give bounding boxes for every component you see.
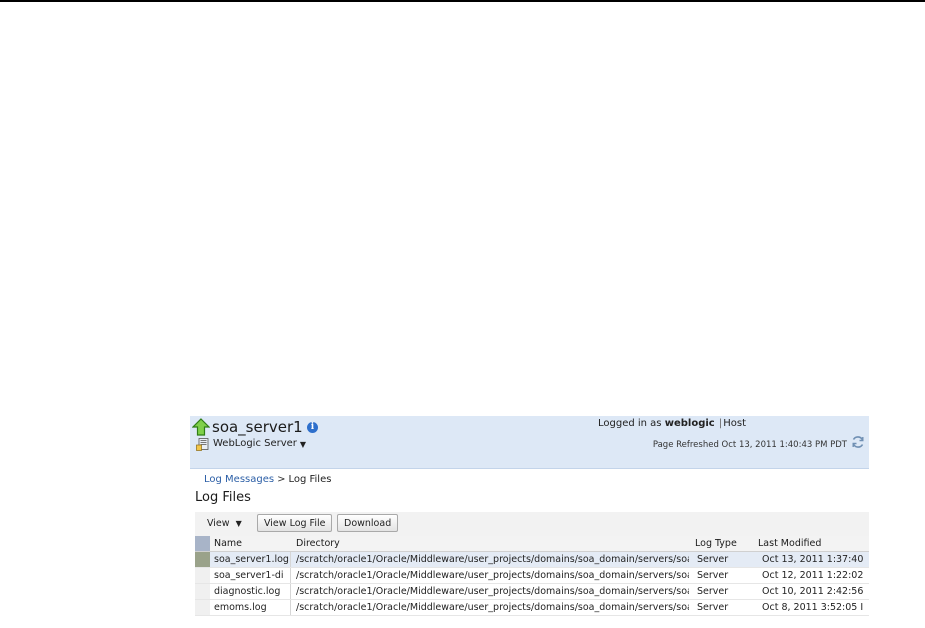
cell-directory: /scratch/oracle1/Oracle/Middleware/user_… xyxy=(296,554,689,565)
logged-in-prefix: Logged in as xyxy=(598,418,662,429)
breadcrumb-log-messages-link[interactable]: Log Messages xyxy=(204,474,274,485)
column-header-last-modified[interactable]: Last Modified xyxy=(758,536,869,551)
breadcrumb-separator: > xyxy=(277,474,286,485)
cell-directory: /scratch/oracle1/Oracle/Middleware/user_… xyxy=(296,602,689,613)
table-row[interactable]: emoms.log /scratch/oracle1/Oracle/Middle… xyxy=(195,600,869,616)
weblogic-server-label: WebLogic Server xyxy=(213,438,297,449)
page-refreshed-timestamp: Page Refreshed Oct 13, 2011 1:40:43 PM P… xyxy=(652,440,847,450)
cell-last-modified: Oct 13, 2011 1:37:40 xyxy=(758,552,869,567)
column-header-name[interactable]: Name xyxy=(214,536,290,551)
table-row[interactable]: soa_server1-di /scratch/oracle1/Oracle/M… xyxy=(195,568,869,584)
refresh-icon[interactable] xyxy=(851,435,865,449)
enterprise-manager-log-files-page: soa_server1 i Logged in as weblogic |Hos… xyxy=(190,416,869,628)
cell-name: emoms.log xyxy=(214,600,291,615)
column-header-directory[interactable]: Directory xyxy=(296,536,689,551)
weblogic-server-menu[interactable]: WebLogic Server ▼ xyxy=(196,436,306,452)
top-divider xyxy=(0,0,925,2)
cell-log-type: Server xyxy=(695,552,751,567)
cell-log-type: Server xyxy=(695,600,751,615)
up-arrow-icon xyxy=(192,418,210,436)
cell-name: soa_server1.log xyxy=(214,552,291,567)
view-log-file-button[interactable]: View Log File xyxy=(257,514,333,532)
view-menu[interactable]: View ▼ xyxy=(201,515,248,533)
cell-last-modified: Oct 8, 2011 3:52:05 I xyxy=(758,600,869,615)
chevron-down-icon: ▼ xyxy=(235,519,242,528)
row-selector[interactable] xyxy=(195,600,210,615)
logged-in-user: weblogic xyxy=(664,418,715,429)
download-button[interactable]: Download xyxy=(337,514,399,532)
select-all-cell[interactable] xyxy=(195,536,210,551)
weblogic-server-icon xyxy=(196,437,209,451)
row-selector[interactable] xyxy=(195,584,210,599)
column-header-log-type[interactable]: Log Type xyxy=(695,536,749,551)
table-header-row: Name Directory Log Type Last Modified xyxy=(195,536,869,552)
cell-directory: /scratch/oracle1/Oracle/Middleware/user_… xyxy=(296,570,689,581)
cell-last-modified: Oct 10, 2011 2:42:56 xyxy=(758,584,869,599)
breadcrumb-current: Log Files xyxy=(288,474,332,485)
cell-last-modified: Oct 12, 2011 1:22:02 xyxy=(758,568,869,583)
host-link[interactable]: Host xyxy=(723,418,746,429)
row-selector[interactable] xyxy=(195,568,210,583)
logged-in-status: Logged in as weblogic |Host xyxy=(598,417,746,431)
row-selector[interactable] xyxy=(195,552,210,567)
cell-log-type: Server xyxy=(695,568,751,583)
cell-name: diagnostic.log xyxy=(214,584,291,599)
cell-log-type: Server xyxy=(695,584,751,599)
cell-name: soa_server1-di xyxy=(214,568,291,583)
breadcrumb: Log Messages > Log Files xyxy=(204,473,331,487)
cell-directory: /scratch/oracle1/Oracle/Middleware/user_… xyxy=(296,586,689,597)
table-toolbar: View ▼ View Log File Download xyxy=(195,512,869,537)
log-files-table: Name Directory Log Type Last Modified so… xyxy=(195,536,869,616)
target-header: soa_server1 i Logged in as weblogic |Hos… xyxy=(190,416,869,469)
view-menu-label: View xyxy=(207,518,230,529)
chevron-down-icon: ▼ xyxy=(299,439,307,449)
info-icon[interactable]: i xyxy=(307,422,318,433)
server-name: soa_server1 xyxy=(212,418,303,436)
table-row[interactable]: soa_server1.log /scratch/oracle1/Oracle/… xyxy=(195,552,869,568)
table-row[interactable]: diagnostic.log /scratch/oracle1/Oracle/M… xyxy=(195,584,869,600)
page-title: Log Files xyxy=(195,490,251,505)
